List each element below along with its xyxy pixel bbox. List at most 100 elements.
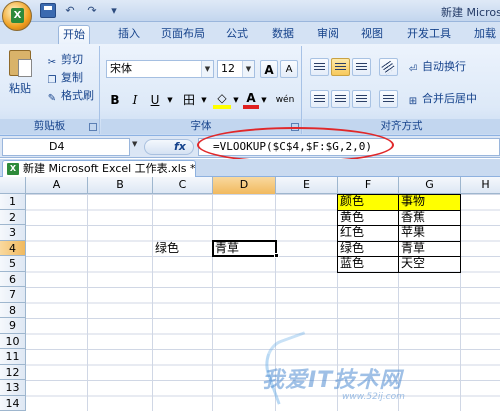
italic-button[interactable]: I [127,91,143,109]
column-header-c[interactable]: C [153,177,213,194]
column-header-h[interactable]: H [461,177,500,194]
qat-dropdown-icon[interactable]: ▾ [106,3,122,18]
tab-formulas[interactable]: 公式 [222,25,252,44]
wrap-text-label: 自动换行 [422,60,466,73]
column-header-g[interactable]: G [399,177,461,194]
wrap-text-button[interactable]: ⏎ 自动换行 [407,59,466,75]
tab-view[interactable]: 视图 [357,25,387,44]
column-header-b[interactable]: B [88,177,153,194]
row-header-5[interactable]: 5 [0,256,26,272]
row-header-4[interactable]: 4 [0,240,26,256]
grow-font-button[interactable]: A [260,60,278,78]
grid-line [212,194,213,411]
insert-function-button[interactable]: fx [174,140,186,153]
orientation-button[interactable] [379,58,398,76]
lookup-table-line [337,225,461,226]
row-header-9[interactable]: 9 [0,318,26,334]
row-header-11[interactable]: 11 [0,349,26,365]
excel-logo-icon: X [11,8,24,23]
office-button[interactable]: X [2,1,32,31]
row-header-7[interactable]: 7 [0,287,26,303]
chevron-down-icon[interactable]: ▼ [132,140,142,148]
format-painter-button[interactable]: ✎ 格式刷 [46,88,94,104]
cut-button[interactable]: ✂ 剪切 [46,52,83,68]
fill-color-icon[interactable]: ◇ [213,91,231,109]
title-bar: ↶ ↷ ▾ 新建 Micros [0,0,500,22]
formula-row: D4 ▼ fx =VLOOKUP($C$4,$F:$G,2,0) [0,136,500,158]
row-header-6[interactable]: 6 [0,271,26,287]
cell-c4[interactable]: 绿色 [153,241,213,257]
tab-developer[interactable]: 开发工具 [403,25,455,44]
alignment-group-label: 对齐方式 [303,119,500,134]
active-cell-outline [212,239,277,257]
fill-handle[interactable] [274,253,279,258]
name-box[interactable]: D4 [2,138,130,156]
workbook-tab[interactable]: X 新建 Microsoft Excel 工作表.xls * [2,160,196,177]
underline-button[interactable]: U [147,91,163,109]
column-header-d[interactable]: D [213,177,276,194]
save-icon[interactable] [40,3,56,18]
tab-addins[interactable]: 加载 [470,25,500,44]
align-left-button[interactable] [310,90,329,108]
align-center-button[interactable] [331,90,350,108]
merge-center-button[interactable]: ⊞ 合并后居中 [407,91,477,107]
row-header-8[interactable]: 8 [0,302,26,318]
lookup-table-line [398,194,399,272]
workbook-tab-strip: X 新建 Microsoft Excel 工作表.xls * [0,159,500,177]
font-name-select[interactable]: 宋体 ▼ [106,60,214,78]
select-all-corner[interactable] [0,177,26,194]
column-header-f[interactable]: F [338,177,399,194]
column-header-e[interactable]: E [276,177,338,194]
row-header-13[interactable]: 13 [0,380,26,396]
align-middle-button[interactable] [331,58,350,76]
bold-button[interactable]: B [107,91,123,109]
brush-icon: ✎ [47,93,57,104]
column-header-a[interactable]: A [26,177,88,194]
alignment-group: ⏎ 自动换行 ⊞ 合并后居中 对齐方式 [303,46,500,134]
tab-page-layout[interactable]: 页面布局 [157,25,209,44]
clipboard-launcher-icon[interactable] [89,123,97,131]
row-header-2[interactable]: 2 [0,209,26,225]
copy-icon: ❐ [47,75,57,86]
chevron-down-icon[interactable]: ▼ [165,91,175,109]
paste-button[interactable]: 粘贴 [5,50,35,102]
copy-button[interactable]: ❐ 复制 [46,70,83,86]
font-size-select[interactable]: 12 ▼ [217,60,255,78]
phonetic-icon[interactable]: wén [271,91,299,109]
merge-center-label: 合并后居中 [422,92,477,105]
excel-file-icon: X [7,163,19,175]
watermark-url: www.52ij.com [342,392,405,402]
row-header-14[interactable]: 14 [0,395,26,411]
clipboard-group: 粘贴 ✂ 剪切 ❐ 复制 ✎ 格式刷 剪贴板 [0,46,100,134]
align-bottom-button[interactable] [352,58,371,76]
font-launcher-icon[interactable] [291,123,299,131]
tab-data[interactable]: 数据 [268,25,298,44]
row-header-1[interactable]: 1 [0,194,26,210]
undo-icon[interactable]: ↶ [62,3,78,18]
chevron-down-icon[interactable]: ▼ [199,91,209,109]
cut-label: 剪切 [61,53,83,66]
spreadsheet-grid[interactable]: ABCDEFGH 颜色 事物 黄色 香蕉 红色 苹果 绿色 青草 蓝色 天空 绿色 青草 123456… [0,177,500,411]
chevron-down-icon: ▼ [242,61,254,77]
shrink-font-button[interactable]: A [280,60,298,78]
row-header-12[interactable]: 12 [0,364,26,380]
chevron-down-icon[interactable]: ▼ [259,91,269,109]
font-group-label: 字体 [101,119,301,134]
lookup-table-line [337,209,461,211]
tab-home[interactable]: 开始 [58,25,90,44]
row-header-10[interactable]: 10 [0,333,26,349]
row-header-3[interactable]: 3 [0,225,26,241]
border-icon[interactable]: 田 [181,91,197,109]
align-right-button[interactable] [352,90,371,108]
tab-review[interactable]: 审阅 [313,25,343,44]
font-color-icon[interactable]: A [243,91,259,109]
watermark: 我爱IT技术网 [262,368,403,393]
chevron-down-icon[interactable]: ▼ [231,91,241,109]
redo-icon[interactable]: ↷ [84,3,100,18]
align-top-button[interactable] [310,58,329,76]
tab-insert[interactable]: 插入 [114,25,144,44]
ribbon-tabs: 开始 插入 页面布局 公式 数据 审阅 视图 开发工具 加载 [0,22,500,44]
indent-button[interactable] [379,90,398,108]
column-header-row: ABCDEFGH [0,177,500,194]
formula-input[interactable]: =VLOOKUP($C$4,$F:$G,2,0) [198,138,500,156]
